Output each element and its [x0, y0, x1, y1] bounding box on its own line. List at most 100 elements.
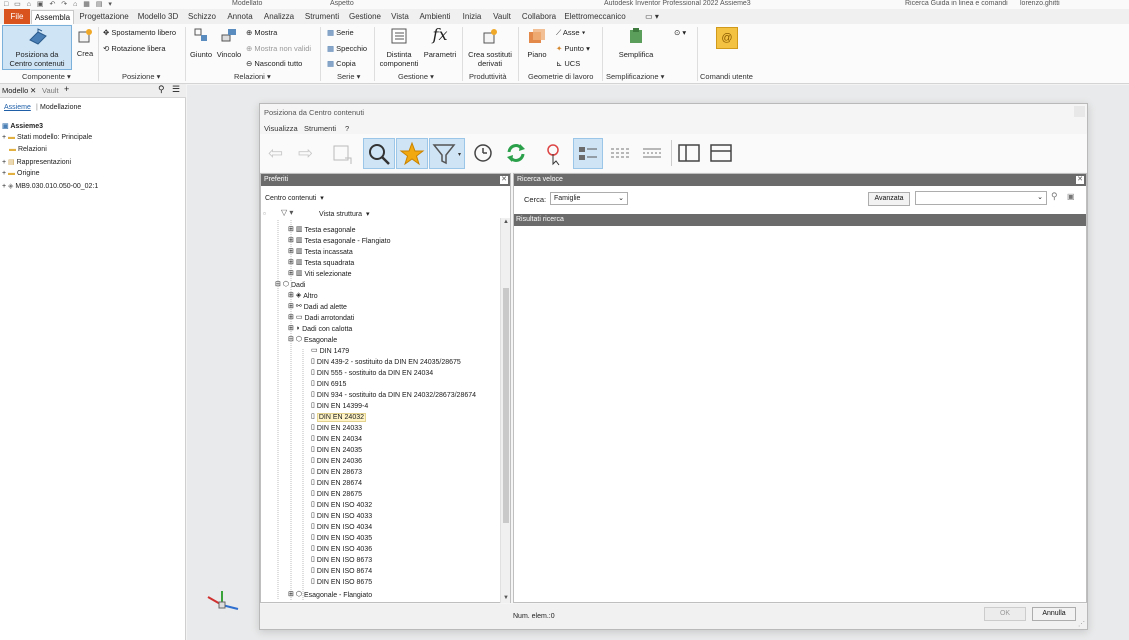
tab-get-started[interactable]: Inizia: [459, 10, 485, 24]
tree-leaf[interactable]: ▯ DIN EN 24035: [311, 445, 362, 456]
appearance-selector[interactable]: Aspetto: [330, 0, 354, 7]
tab-file[interactable]: File: [4, 9, 30, 24]
menu-view[interactable]: Visualizza: [264, 124, 298, 133]
search-button[interactable]: [363, 138, 395, 169]
ok-button[interactable]: OK: [984, 607, 1026, 621]
resize-grip-icon[interactable]: ⋰: [1078, 620, 1085, 628]
workspace-selector[interactable]: Modellato: [232, 0, 262, 7]
tab-manage[interactable]: Gestione: [346, 10, 384, 24]
help-search[interactable]: Ricerca Guida in linea e comandi: [905, 0, 1008, 7]
tab-view[interactable]: Vista: [388, 10, 412, 24]
refresh-button[interactable]: [504, 138, 528, 169]
tree-node[interactable]: ⊞ ▥ Testa esagonale - Flangiato: [288, 236, 391, 247]
quick-search-input[interactable]: ⌄: [915, 191, 1047, 205]
tree-leaf[interactable]: ▯ DIN 6915: [311, 379, 346, 390]
view-modeling-link[interactable]: Modellazione: [40, 104, 81, 111]
back-arrow-icon[interactable]: ⇦: [268, 138, 288, 169]
advanced-search-button[interactable]: Avanzata: [868, 192, 910, 206]
browser-item-representations[interactable]: + ▤ Rappresentazioni: [2, 158, 71, 166]
tree-leaf[interactable]: ▯ DIN EN 28674: [311, 478, 362, 489]
group-pattern[interactable]: Serie ▾: [337, 72, 360, 81]
tab-sketch[interactable]: Schizzo: [185, 10, 219, 24]
cancel-button[interactable]: Annulla: [1032, 607, 1076, 621]
tree-leaf[interactable]: ▯ DIN EN 14399-4: [311, 401, 368, 412]
content-center-dropdown[interactable]: Centro contenuti ▾: [265, 194, 324, 202]
forward-arrow-icon[interactable]: ⇨: [298, 138, 318, 169]
joint-button[interactable]: Giunto: [188, 25, 214, 70]
tree-node[interactable]: ⊞ ▭ Dadi arrotondati: [288, 313, 354, 324]
axis-button[interactable]: ⟋ Asse ▾: [556, 28, 585, 37]
hamburger-menu-icon[interactable]: ☰: [172, 84, 180, 95]
view-details-button[interactable]: [608, 138, 632, 169]
tab-design[interactable]: Progettazione: [78, 10, 130, 24]
quick-search-toggle[interactable]: [709, 138, 733, 169]
pattern-button[interactable]: ▦ Serie: [327, 28, 354, 37]
menu-tools[interactable]: Strumenti: [304, 124, 336, 133]
history-button[interactable]: [472, 138, 494, 169]
group-relationships[interactable]: Relazioni ▾: [234, 72, 271, 81]
tab-inspect[interactable]: Analizza: [260, 10, 298, 24]
search-icon[interactable]: ⚲: [158, 84, 165, 95]
close-pane-icon[interactable]: ✕: [1076, 176, 1084, 184]
tree-leaf[interactable]: ▯ DIN EN ISO 8675: [311, 577, 372, 588]
tree-leaf[interactable]: ▯ DIN EN ISO 4036: [311, 544, 372, 555]
tree-node[interactable]: ⊞ ⬡ Esagonale - Flangiato: [288, 590, 372, 600]
tab-electromechanical[interactable]: Elettromeccanico: [563, 10, 627, 24]
tab-vault[interactable]: Vault: [489, 10, 515, 24]
view-assembly-link[interactable]: Assieme: [4, 104, 31, 111]
browser-item-component[interactable]: + ◈ MB9.030.010.050-00_02:1: [2, 182, 98, 190]
menu-help[interactable]: ?: [345, 124, 349, 133]
tree-view-toggle[interactable]: [677, 138, 701, 169]
tab-collaborate[interactable]: Collabora: [520, 10, 558, 24]
copy-button[interactable]: ▦ Copia: [327, 59, 356, 68]
create-substitutes-button[interactable]: Crea sostituti derivati: [465, 25, 515, 70]
simplify-dropdown[interactable]: ⊙ ▾: [674, 28, 686, 37]
close-tab-icon[interactable]: ✕: [30, 86, 36, 95]
simplify-button[interactable]: Semplifica: [612, 25, 660, 70]
user-command-button[interactable]: @: [716, 27, 738, 49]
tree-scrollbar[interactable]: ▲ ▼: [500, 218, 510, 603]
browser-tab-model[interactable]: Modello: [2, 86, 28, 95]
tree-node[interactable]: ⊞ ◗ Dadi con calotta: [288, 324, 352, 335]
place-cursor-button[interactable]: [541, 138, 565, 169]
tree-leaf[interactable]: ▯ DIN EN ISO 8674: [311, 566, 372, 577]
group-component[interactable]: Componente ▾: [22, 72, 71, 81]
hide-all-button[interactable]: ⊖ Nascondi tutto: [246, 59, 302, 68]
scroll-down-icon[interactable]: ▼: [503, 595, 509, 601]
filter-button[interactable]: [429, 138, 465, 169]
show-button[interactable]: ⊕ Mostra: [246, 28, 277, 37]
browser-item-model-states[interactable]: + ▬ Stati modello: Principale: [2, 134, 92, 141]
place-from-content-center-button[interactable]: Posiziona da Centro contenuti: [2, 25, 72, 70]
plane-button[interactable]: Piano: [523, 25, 551, 70]
show-sick-button[interactable]: ⊕ Mostra non validi: [246, 44, 311, 53]
quick-access-toolbar[interactable]: □ ▭ ⌂ ▣ ↶ ↷ ⌂ ▦ ▤ ▾: [4, 0, 114, 8]
favorites-button[interactable]: [396, 138, 428, 169]
create-button[interactable]: Crea: [74, 25, 96, 70]
save-icon[interactable]: ▣: [1067, 192, 1075, 201]
tab-overflow-menu[interactable]: ▭ ▾: [640, 10, 664, 24]
tree-leaf[interactable]: ▯ DIN EN ISO 8673: [311, 555, 372, 566]
tab-tools[interactable]: Strumenti: [302, 10, 342, 24]
search-scope-select[interactable]: Famiglie ⌄: [550, 192, 628, 205]
tree-node[interactable]: ⊞ ◈ Altro: [288, 291, 318, 302]
tree-leaf[interactable]: ▯ DIN EN 24036: [311, 456, 362, 467]
tree-leaf[interactable]: ▯ DIN EN ISO 4034: [311, 522, 372, 533]
tree-leaf[interactable]: ▯ DIN EN 24034: [311, 434, 362, 445]
search-icon[interactable]: ⚲: [1051, 191, 1058, 202]
scroll-up-icon[interactable]: ▲: [503, 219, 509, 225]
free-move-button[interactable]: ✥ Spostamento libero: [103, 28, 176, 37]
tree-leaf[interactable]: ▯ DIN EN ISO 4035: [311, 533, 372, 544]
tree-leaf[interactable]: ▯ DIN EN 24033: [311, 423, 362, 434]
constraint-button[interactable]: Vincolo: [215, 25, 243, 70]
free-rotate-button[interactable]: ⟲ Rotazione libera: [103, 44, 166, 53]
user-account[interactable]: lorenzo.ghitti: [1020, 0, 1060, 7]
tree-leaf[interactable]: ▯ DIN EN 28675: [311, 489, 362, 500]
group-manage[interactable]: Gestione ▾: [398, 72, 434, 81]
tree-view-dropdown[interactable]: Vista struttura ▾: [319, 210, 369, 218]
tree-leaf[interactable]: ▯ DIN EN ISO 4032: [311, 500, 372, 511]
tree-leaf[interactable]: ▯ DIN 439-2 - sostituito da DIN EN 24035/…: [311, 357, 461, 368]
tree-leaf[interactable]: ▯ DIN EN 28673: [311, 467, 362, 478]
browser-root[interactable]: ▣ Assieme3: [2, 122, 43, 130]
browser-item-origin[interactable]: + ▬ Origine: [2, 170, 40, 177]
tab-environments[interactable]: Ambienti: [416, 10, 454, 24]
